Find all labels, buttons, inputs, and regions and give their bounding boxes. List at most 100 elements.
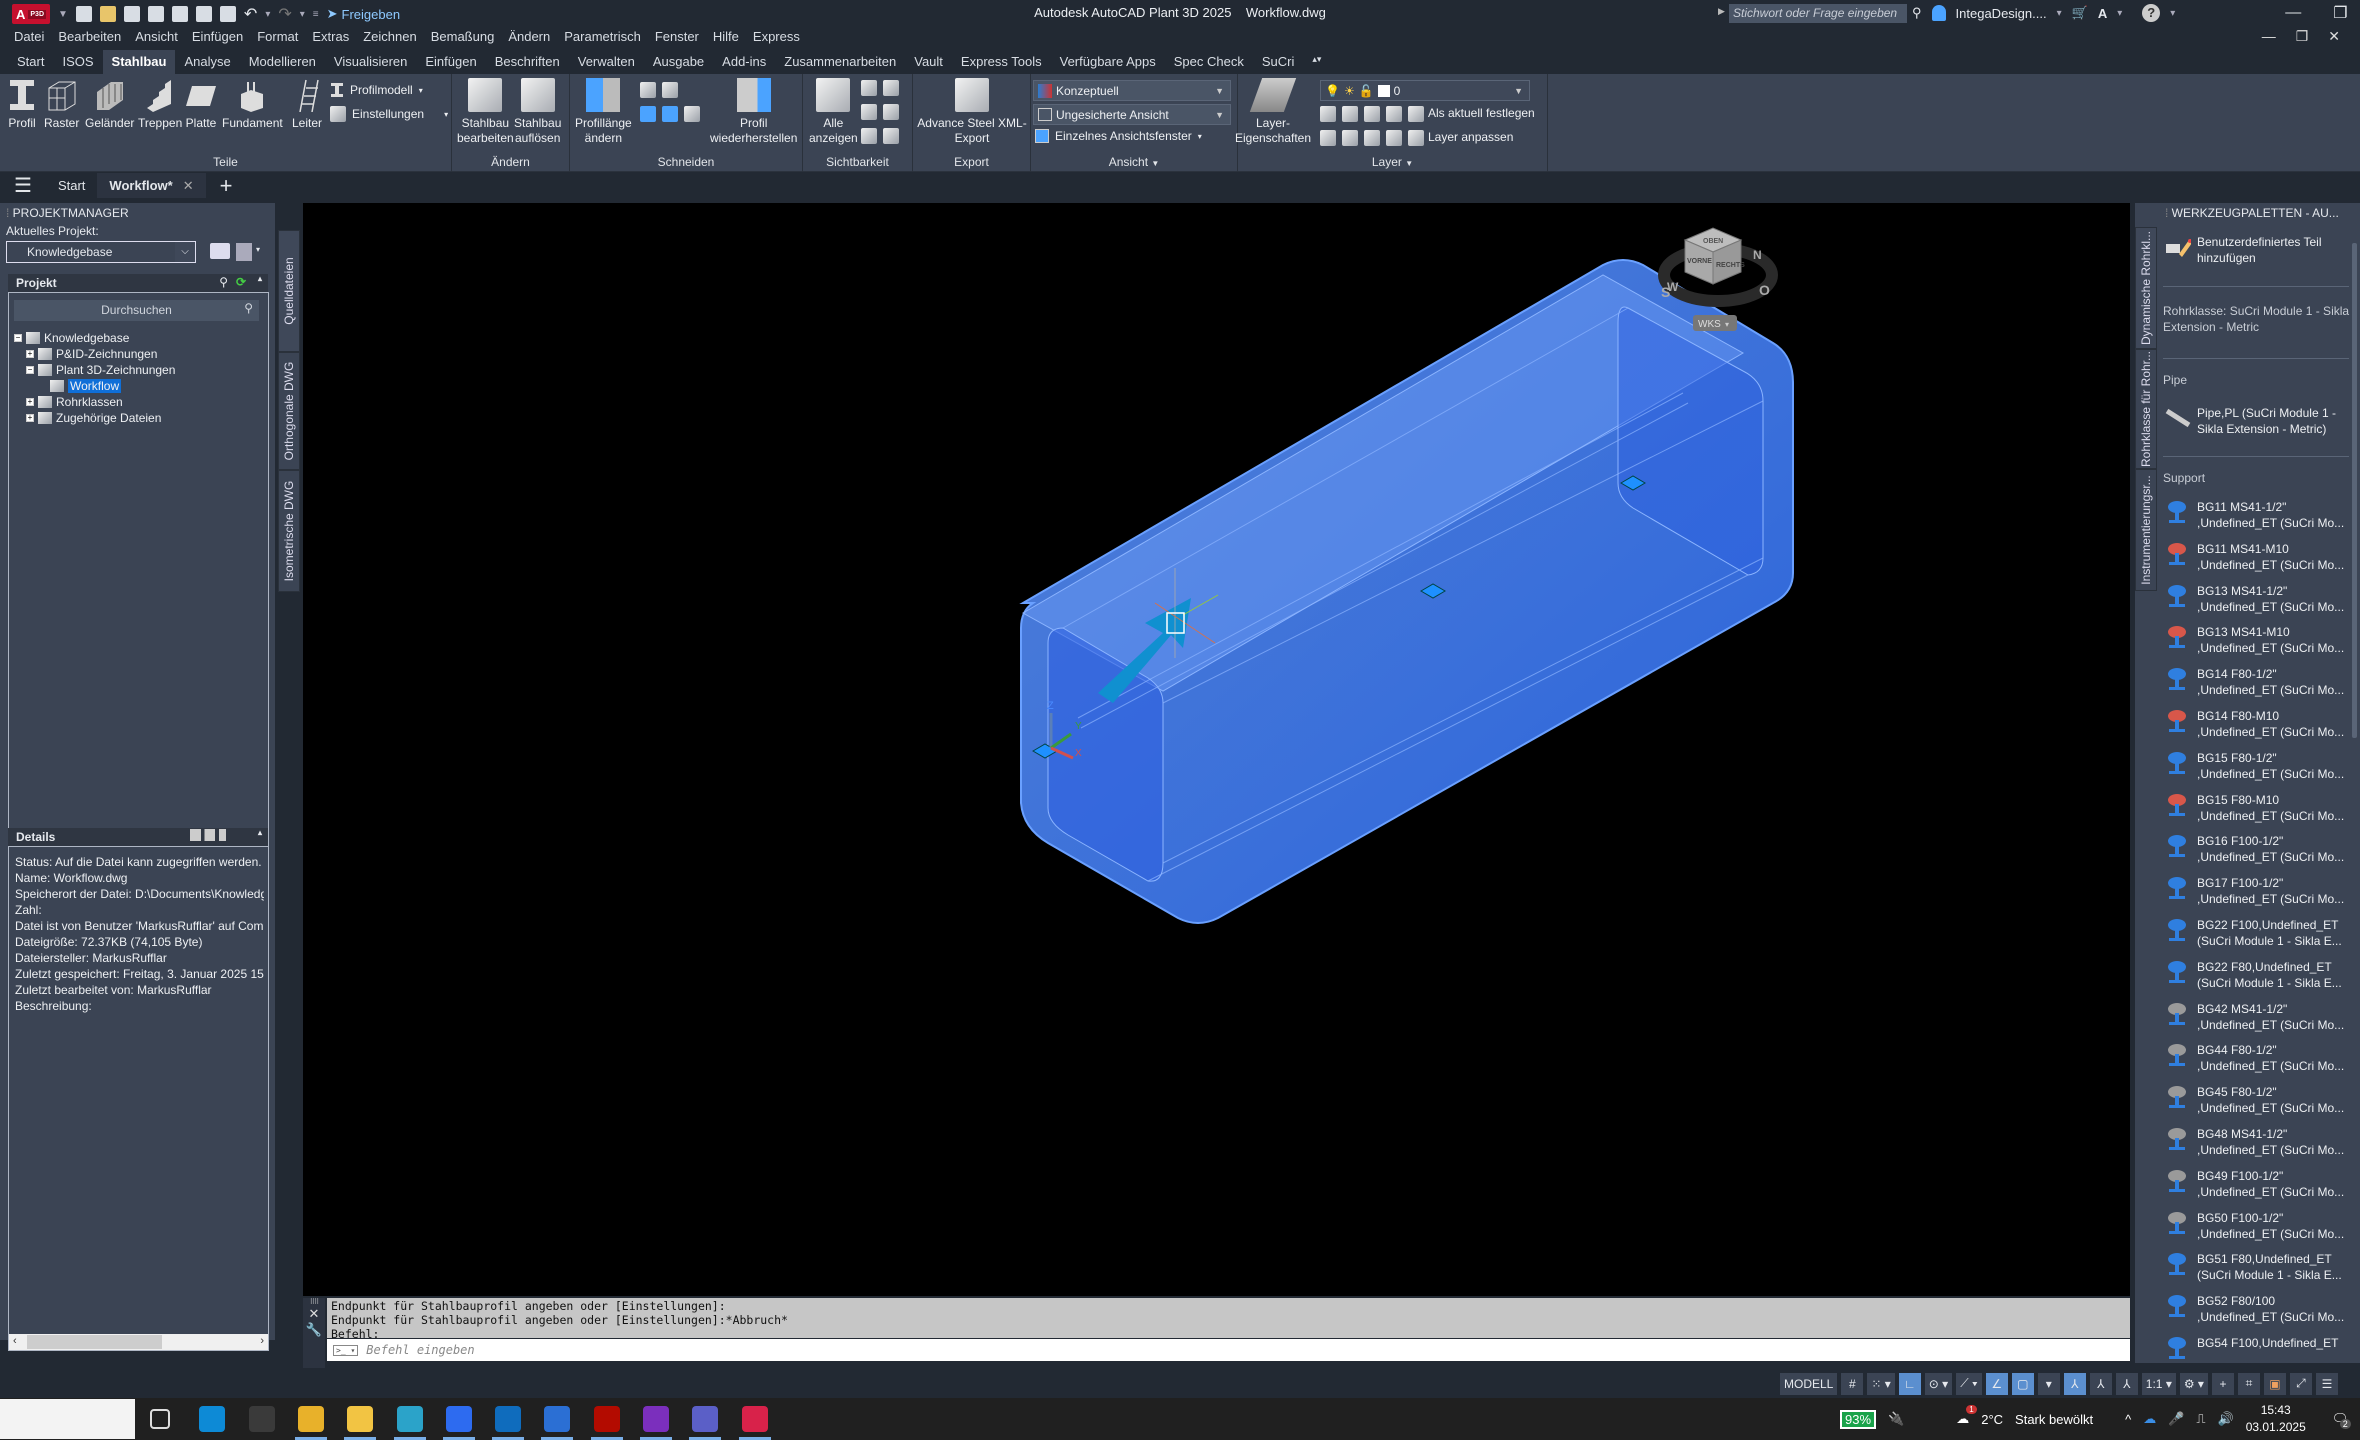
clock[interactable]: 15:43 03.01.2025 (2246, 1402, 2306, 1436)
onedrive-icon[interactable]: ☁ (2143, 1411, 2156, 1427)
drag-handle-icon[interactable]: ⠿⠿ (303, 1298, 325, 1306)
match-layer-button[interactable]: Layer anpassen (1408, 130, 1513, 146)
palette-tab-dynamic[interactable]: Dynamische Rohrkl... (2135, 227, 2157, 349)
task-view-taskbar-icon[interactable] (150, 1409, 170, 1429)
drawing-canvas[interactable]: Z Y X W N S O OBEN VORNE RECHTS WKS ▾ (303, 203, 2130, 1296)
close-command-line-icon[interactable]: ✕ (303, 1306, 325, 1322)
window-restore-button[interactable]: ❐ (2333, 3, 2347, 23)
greenshot-taskbar-icon[interactable] (248, 1406, 275, 1432)
ribbon-tab-add-ins[interactable]: Add-ins (713, 50, 775, 74)
stahlbau-bearbeiten-button[interactable]: Stahlbau bearbeiten (457, 78, 514, 146)
scroll-left-icon[interactable]: ‹ (13, 1335, 17, 1347)
treppen-button[interactable]: Treppen (138, 78, 182, 131)
close-tab-icon[interactable]: ✕ (183, 178, 194, 194)
menu-11[interactable]: Hilfe (711, 27, 751, 49)
viewport-config-dropdown[interactable]: Einzelnes Ansichtsfenster ▾ (1035, 129, 1202, 143)
layer-thaw-all-icon[interactable] (1364, 130, 1380, 146)
miter-cut-icon[interactable] (662, 82, 678, 98)
units-icon[interactable]: ⌗ (2237, 1372, 2260, 1395)
trim-left-icon[interactable] (640, 106, 656, 122)
alle-anzeigen-button[interactable]: Alle anzeigen (809, 78, 858, 146)
scroll-right-icon[interactable]: › (260, 1335, 264, 1347)
help-dropdown-icon[interactable]: ▾ (2170, 8, 2175, 19)
osnap-dropdown-icon[interactable]: ▾ (2037, 1372, 2060, 1395)
workspace-gear-icon[interactable]: ⚙ ▾ (2179, 1372, 2208, 1395)
compass-east[interactable]: O (1759, 282, 1770, 298)
ribbon-tab-stahlbau[interactable]: Stahlbau (102, 50, 176, 74)
annotation-monitor-icon[interactable]: + (2211, 1372, 2234, 1395)
project-search-icon[interactable]: ⚲ (219, 275, 228, 289)
ribbon-tab-modellieren[interactable]: Modellieren (240, 50, 325, 74)
collapse-icon[interactable]: − (26, 366, 34, 374)
layer-previous-icon[interactable] (1342, 130, 1358, 146)
palette-scrollbar[interactable] (2352, 243, 2357, 738)
support-item[interactable]: BG54 F100,Undefined_ET (2165, 1335, 2355, 1363)
user-dropdown-icon[interactable]: ▾ (2057, 8, 2062, 19)
hide-selected-icon[interactable] (883, 104, 899, 120)
support-item[interactable]: BG17 F100-1/2" ,Undefined_ET (SuCri Mo... (2165, 875, 2355, 907)
advance-steel-export-button[interactable]: Advance Steel XML- Export (917, 78, 1027, 146)
microphone-icon[interactable]: 🎤 (2168, 1411, 2184, 1427)
support-item[interactable]: BG15 F80-1/2" ,Undefined_ET (SuCri Mo... (2165, 750, 2355, 782)
ribbon-tab-analyse[interactable]: Analyse (175, 50, 239, 74)
doc-restore-button[interactable]: ❐ (2296, 28, 2309, 45)
expand-icon[interactable]: + (26, 398, 34, 406)
profilmodell-dropdown[interactable]: Profilmodell ▾ (330, 82, 423, 98)
layer-on-all-icon[interactable] (1320, 130, 1336, 146)
layer-unlock-all-icon[interactable] (1386, 130, 1402, 146)
ribbon-tab-sucri[interactable]: SuCri (1253, 50, 1304, 74)
show-hidden-icons-chevron[interactable]: ^ (2125, 1412, 2131, 1427)
annotation-scale-dropdown[interactable]: 1:1 ▾ (2141, 1372, 2176, 1395)
file-explorer-taskbar-icon[interactable] (347, 1406, 374, 1432)
layer-lock-icon[interactable] (1386, 106, 1402, 122)
tree-item[interactable]: + Zugehörige Dateien (26, 411, 161, 425)
menu-4[interactable]: Format (255, 27, 310, 49)
plant-project-icon[interactable]: ▣ (2263, 1372, 2286, 1395)
polar-tracking-icon[interactable]: ⊙ ▾ (1924, 1372, 1953, 1395)
outlook-taskbar-icon[interactable] (495, 1406, 522, 1432)
leiter-button[interactable]: Leiter (290, 78, 324, 131)
chrome-taskbar-icon[interactable] (297, 1406, 324, 1432)
command-input[interactable]: >_ ▾ Befehl eingeben (327, 1339, 2130, 1361)
palette-tab-instrument[interactable]: Instrumentierungsr... (2135, 469, 2157, 591)
layer-dropdown[interactable]: 💡 ☀ 🔓 0 ▼ (1320, 80, 1530, 101)
annotation-scale-icon[interactable]: ⅄ (2115, 1372, 2138, 1395)
cart-icon[interactable]: 🛒 (2072, 5, 2088, 21)
menu-8[interactable]: Ändern (506, 27, 562, 49)
ribbon-tab-start[interactable]: Start (8, 50, 53, 74)
isolate-icon[interactable] (861, 80, 877, 96)
weather-icon[interactable]: ☁ 1 (1956, 1405, 1977, 1427)
profil-button[interactable]: Profil (8, 78, 36, 131)
edge-taskbar-icon[interactable] (396, 1406, 423, 1432)
support-item[interactable]: BG49 F100-1/2" ,Undefined_ET (SuCri Mo... (2165, 1168, 2355, 1200)
remote-desktop-taskbar-icon[interactable] (199, 1406, 226, 1432)
collapse-icon[interactable]: − (14, 334, 22, 342)
ribbon-tab-beschriften[interactable]: Beschriften (486, 50, 569, 74)
profillaenge-aendern-button[interactable]: Profillänge ändern (575, 78, 632, 146)
compass-north[interactable]: N (1753, 248, 1762, 262)
ribbon-tab-isos[interactable]: ISOS (53, 50, 102, 74)
customization-menu-icon[interactable]: ☰ (2315, 1372, 2338, 1395)
set-current-layer-button[interactable]: Als aktuell festlegen (1408, 106, 1535, 122)
support-item[interactable]: BG11 MS41-1/2" ,Undefined_ET (SuCri Mo... (2165, 499, 2355, 531)
tree-item[interactable]: + Rohrklassen (26, 395, 123, 409)
refresh-icon[interactable]: ⟳ (236, 275, 246, 289)
notifications-icon[interactable]: 🗨 2 (2332, 1411, 2351, 1429)
ribbon-tab-express-tools[interactable]: Express Tools (952, 50, 1051, 74)
visibility-b-icon[interactable] (883, 128, 899, 144)
layer-freeze-icon[interactable] (1364, 106, 1380, 122)
fullscreen-icon[interactable]: ⤢ (2289, 1372, 2312, 1395)
ribbon-tab-verwalten[interactable]: Verwalten (569, 50, 644, 74)
ribbon-tab-spec-check[interactable]: Spec Check (1165, 50, 1253, 74)
object-snap-icon[interactable]: ▢ (2011, 1372, 2034, 1395)
menu-10[interactable]: Fenster (653, 27, 711, 49)
layer-isolate-icon[interactable] (1342, 106, 1358, 122)
menu-2[interactable]: Ansicht (133, 27, 190, 49)
user-icon[interactable] (1931, 5, 1946, 21)
tree-item[interactable]: + P&ID-Zeichnungen (26, 347, 157, 361)
collapse-icon[interactable]: ▴ (258, 828, 262, 837)
support-item[interactable]: BG51 F80,Undefined_ET (SuCri Module 1 - S… (2165, 1251, 2355, 1283)
support-item[interactable]: BG14 F80-M10 ,Undefined_ET (SuCri Mo... (2165, 708, 2355, 740)
pipe-item[interactable]: Pipe,PL (SuCri Module 1 - Sikla Extensio… (2165, 405, 2355, 437)
hide-icon[interactable] (883, 80, 899, 96)
